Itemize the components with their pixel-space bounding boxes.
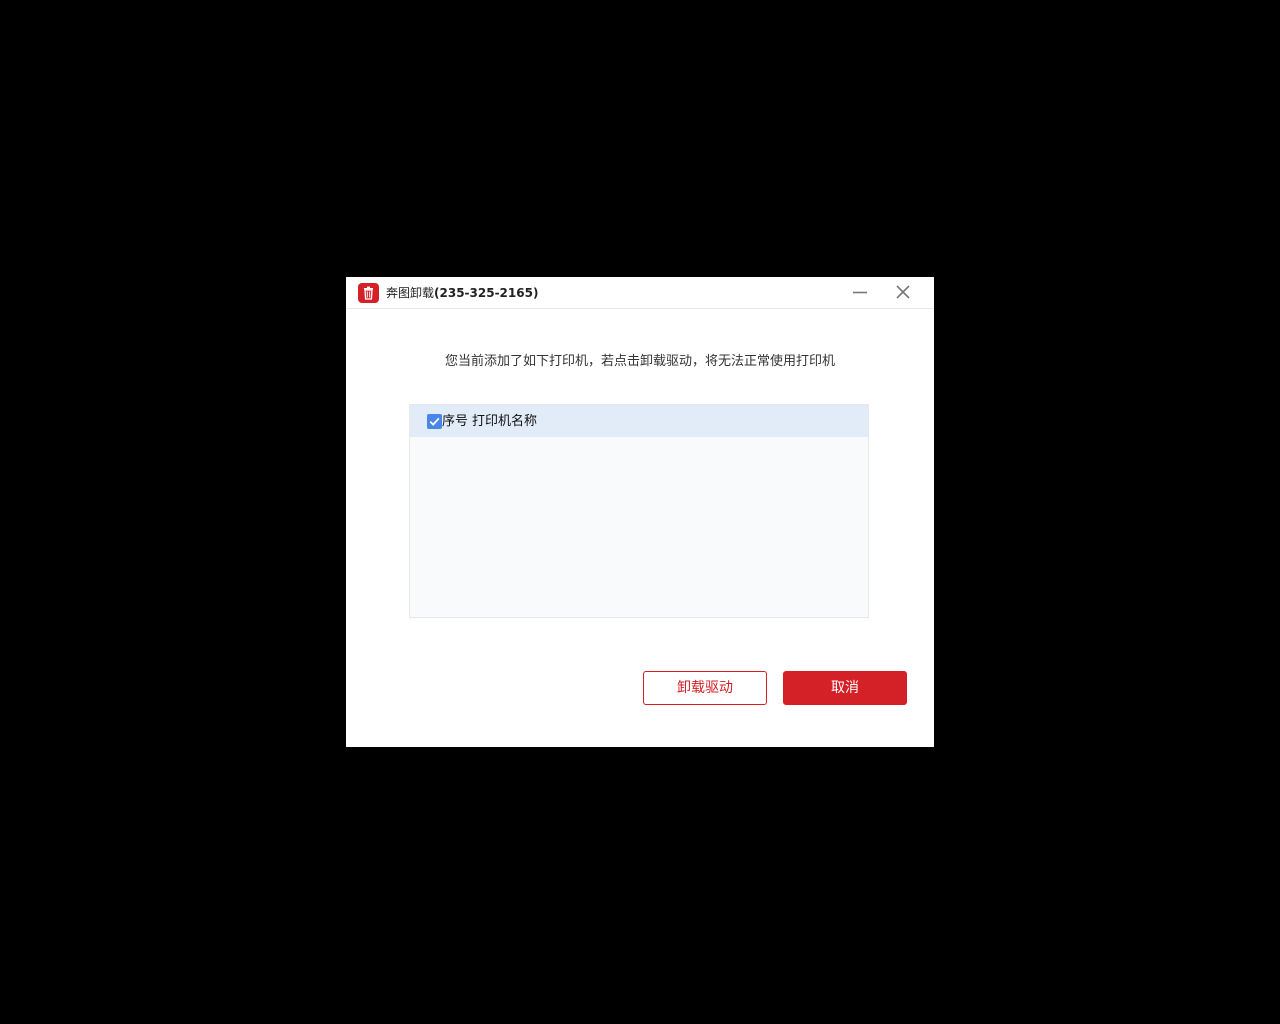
window-title: 奔图卸载(235-325-2165) [386, 285, 538, 301]
uninstall-driver-button[interactable]: 卸载驱动 [643, 671, 767, 705]
title-bar[interactable]: 奔图卸载(235-325-2165) [346, 277, 934, 309]
warning-message: 您当前添加了如下打印机，若点击卸载驱动，将无法正常使用打印机 [444, 354, 835, 369]
close-icon [896, 285, 910, 299]
close-button[interactable] [889, 281, 917, 305]
select-all-checkbox[interactable] [427, 414, 442, 429]
trash-icon [358, 283, 379, 303]
cancel-button[interactable]: 取消 [783, 671, 907, 705]
minimize-icon [853, 291, 867, 294]
printer-list-header: 序号 打印机名称 [410, 405, 868, 437]
column-header-index: 序号 [442, 414, 469, 429]
window-title-id: (235-325-2165) [434, 286, 539, 300]
checkmark-icon [429, 417, 440, 426]
window-title-prefix: 奔图卸载 [386, 286, 435, 300]
printer-list[interactable]: 序号 打印机名称 [409, 404, 869, 618]
uninstall-dialog: 奔图卸载(235-325-2165) 您当前添加了如下打印机，若点击卸载驱动，将… [346, 277, 934, 747]
minimize-button[interactable] [846, 281, 874, 305]
column-header-printer-name: 打印机名称 [472, 414, 538, 429]
